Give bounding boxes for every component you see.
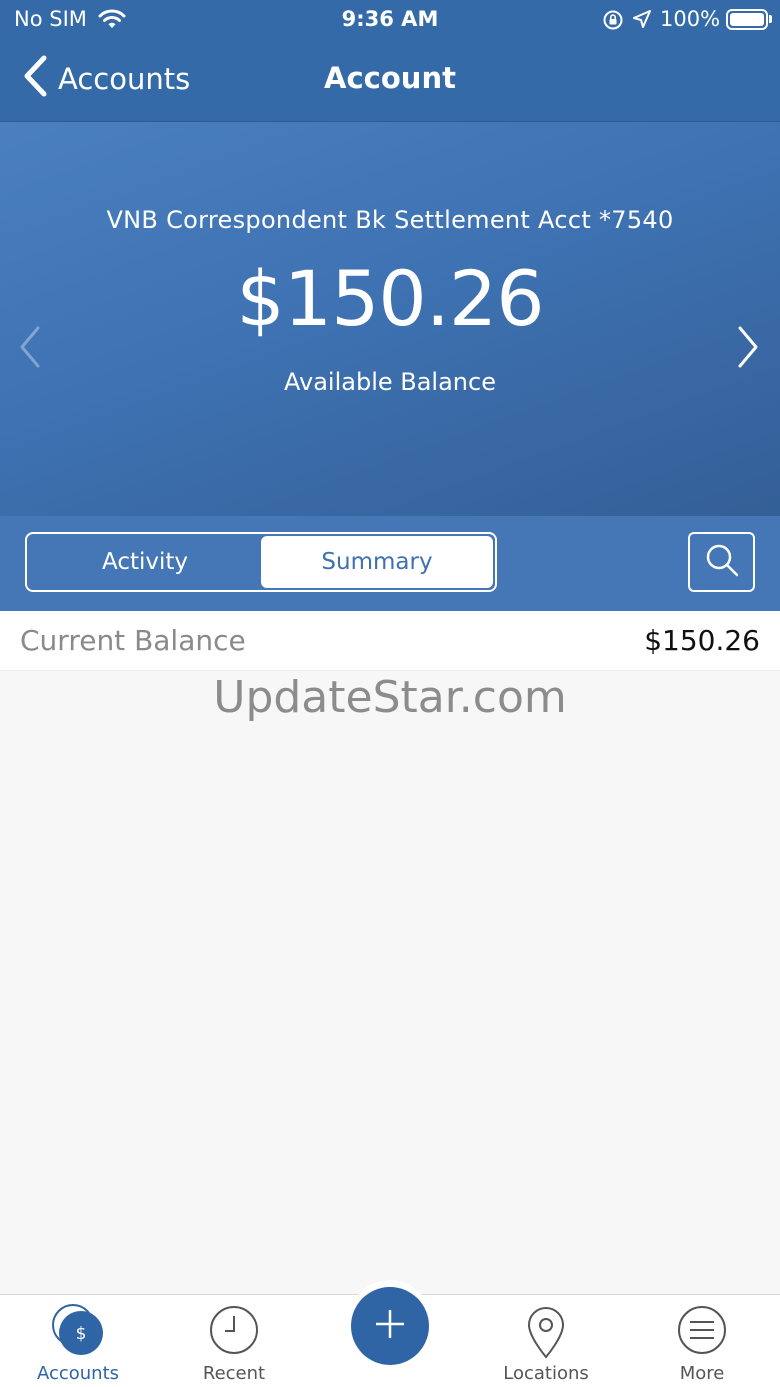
- battery-icon: [726, 9, 768, 30]
- navigation-bar: Accounts Account: [0, 40, 780, 122]
- tab-locations[interactable]: Locations: [468, 1295, 624, 1387]
- account-balance-card: VNB Correspondent Bk Settlement Acct *75…: [0, 122, 780, 516]
- svg-text:$: $: [76, 1324, 87, 1344]
- available-balance-amount: $150.26: [236, 254, 544, 343]
- tab-label: Recent: [202, 1363, 266, 1384]
- location-arrow-icon: [632, 9, 652, 33]
- tab-label: More: [679, 1363, 725, 1384]
- tab-recent[interactable]: Recent: [156, 1295, 312, 1387]
- tab-accounts[interactable]: $ Accounts: [0, 1295, 156, 1387]
- watermark: UpdateStar.com: [213, 672, 567, 723]
- account-name: VNB Correspondent Bk Settlement Acct *75…: [106, 206, 674, 234]
- dollar-icon: $: [52, 1304, 103, 1355]
- current-balance-row: Current Balance $150.26: [0, 611, 780, 671]
- menu-icon: [677, 1305, 727, 1355]
- tab-activity[interactable]: Activity: [29, 536, 261, 588]
- location-pin-icon: [521, 1305, 571, 1359]
- plus-icon: [374, 1308, 406, 1344]
- battery-tip: [769, 15, 772, 23]
- current-balance-label: Current Balance: [20, 624, 246, 657]
- current-balance-value: $150.26: [644, 624, 760, 657]
- tab-label: Locations: [503, 1363, 589, 1384]
- clock-icon: [209, 1305, 259, 1355]
- next-account-button[interactable]: [734, 324, 762, 374]
- page-title: Account: [324, 61, 456, 95]
- search-icon: [704, 542, 740, 582]
- available-balance-label: Available Balance: [284, 368, 496, 396]
- previous-account-button[interactable]: [16, 324, 44, 374]
- tab-more[interactable]: More: [624, 1295, 780, 1387]
- battery-percent: 100%: [660, 7, 721, 31]
- search-button[interactable]: [688, 532, 755, 592]
- view-segmented-control: Activity Summary: [25, 532, 497, 592]
- tab-summary[interactable]: Summary: [261, 536, 493, 588]
- status-bar: No SIM 9:36 AM 100%: [0, 0, 780, 40]
- segment-bar: Activity Summary: [0, 516, 780, 611]
- orientation-lock-icon: [602, 9, 624, 35]
- tab-label: Accounts: [36, 1363, 120, 1384]
- add-button[interactable]: [351, 1287, 429, 1365]
